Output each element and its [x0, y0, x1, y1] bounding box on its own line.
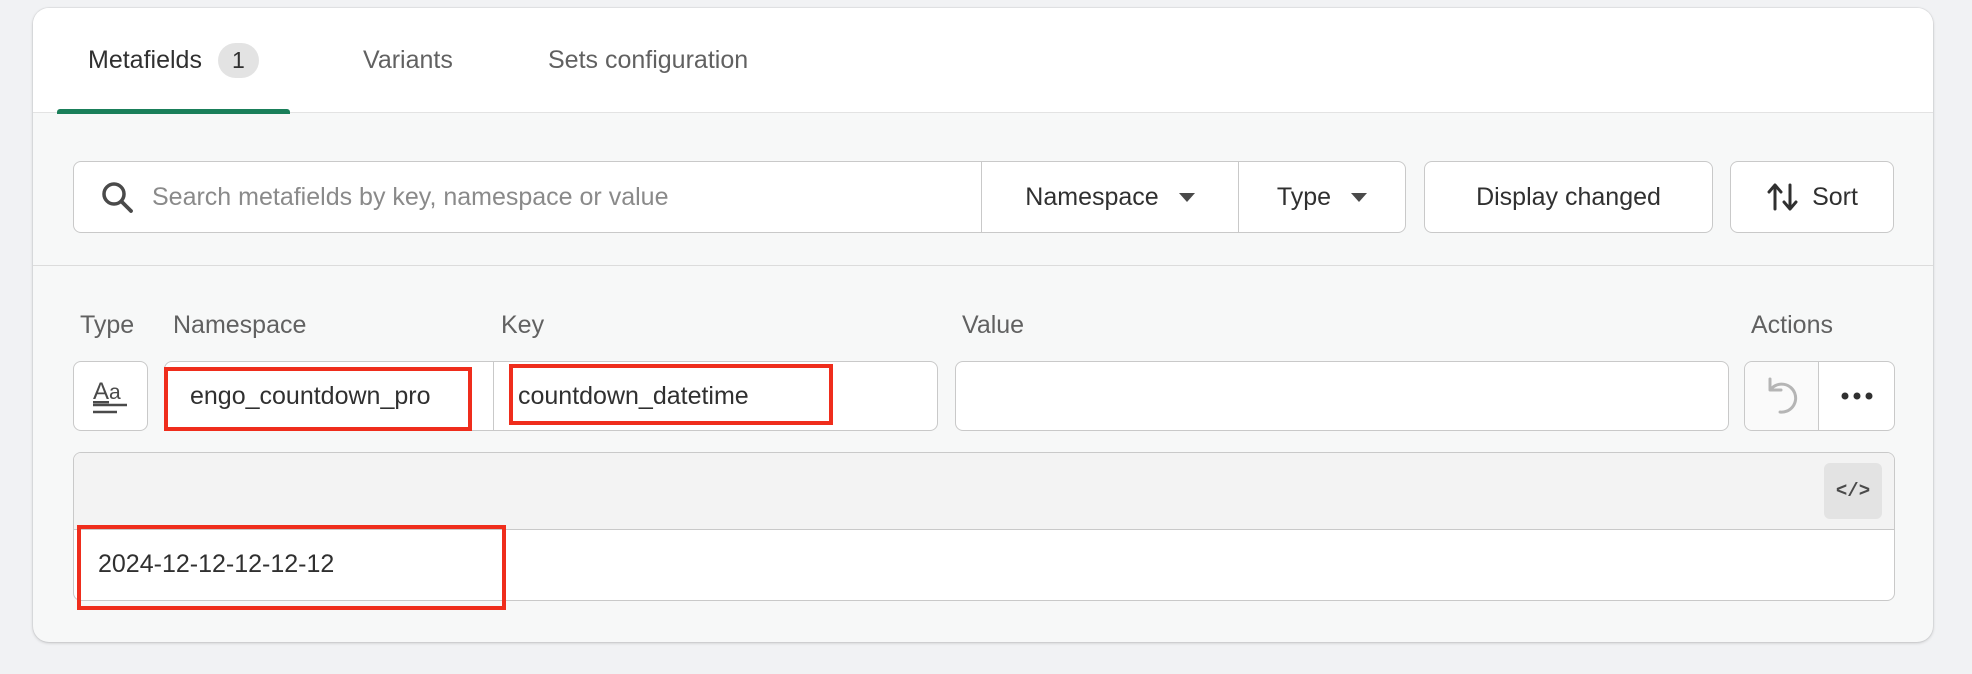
undo-icon: [1768, 377, 1797, 414]
tab-bar: Metafields 1 Variants Sets configuration: [33, 8, 1933, 114]
metafields-count-badge: 1: [217, 43, 259, 78]
field-divider: [493, 362, 494, 430]
caret-down-icon: [1178, 192, 1195, 202]
key-input[interactable]: countdown_datetime: [518, 382, 798, 411]
caret-down-icon: [1351, 192, 1368, 202]
namespace-filter-dropdown[interactable]: Namespace: [982, 162, 1239, 232]
namespace-input[interactable]: engo_countdown_pro: [190, 382, 493, 411]
search-filter-group: Namespace Type: [73, 161, 1406, 233]
type-filter-label: Type: [1276, 182, 1332, 211]
column-header-key: Key: [501, 311, 545, 339]
tab-sets-configuration-label: Sets configuration: [548, 46, 749, 74]
undo-button[interactable]: [1745, 362, 1819, 430]
search-input[interactable]: [152, 182, 972, 212]
column-header-namespace: Namespace: [173, 311, 307, 339]
editor-toolbar: </>: [74, 453, 1894, 530]
svg-text:A: A: [93, 378, 109, 405]
code-view-icon[interactable]: </>: [1824, 463, 1882, 519]
type-selector-button[interactable]: A a: [73, 361, 148, 431]
display-changed-label: Display changed: [1476, 182, 1661, 211]
value-editor: </> 2024-12-12-12-12-12: [73, 452, 1895, 601]
tab-variants[interactable]: Variants: [363, 8, 453, 113]
column-header-type: Type: [80, 311, 135, 339]
metafields-card: Metafields 1 Variants Sets configuration…: [33, 8, 1933, 642]
sort-arrows-icon: [1767, 183, 1798, 211]
type-filter-dropdown[interactable]: Type: [1239, 162, 1405, 232]
value-input[interactable]: [955, 361, 1729, 431]
search-icon: [102, 182, 133, 213]
filter-toolbar: Namespace Type Display changed Sort: [33, 114, 1933, 266]
column-header-value: Value: [962, 311, 1025, 339]
column-header-actions: Actions: [1751, 311, 1833, 339]
tab-sets-configuration[interactable]: Sets configuration: [548, 8, 748, 113]
ellipsis-icon: [1841, 392, 1872, 400]
display-changed-button[interactable]: Display changed: [1424, 161, 1713, 233]
more-actions-button[interactable]: [1819, 362, 1894, 430]
tab-metafields[interactable]: Metafields 1: [57, 8, 290, 114]
svg-text:a: a: [109, 381, 121, 404]
namespace-filter-label: Namespace: [1025, 182, 1159, 211]
text-type-icon: A a: [92, 378, 127, 414]
value-editor-text[interactable]: 2024-12-12-12-12-12: [98, 550, 334, 579]
search-field: [74, 162, 982, 232]
sort-label: Sort: [1812, 182, 1858, 211]
tab-variants-label: Variants: [363, 46, 453, 74]
sort-button[interactable]: Sort: [1730, 161, 1894, 233]
tab-metafields-label: Metafields: [88, 46, 202, 74]
actions-group: [1744, 361, 1895, 431]
